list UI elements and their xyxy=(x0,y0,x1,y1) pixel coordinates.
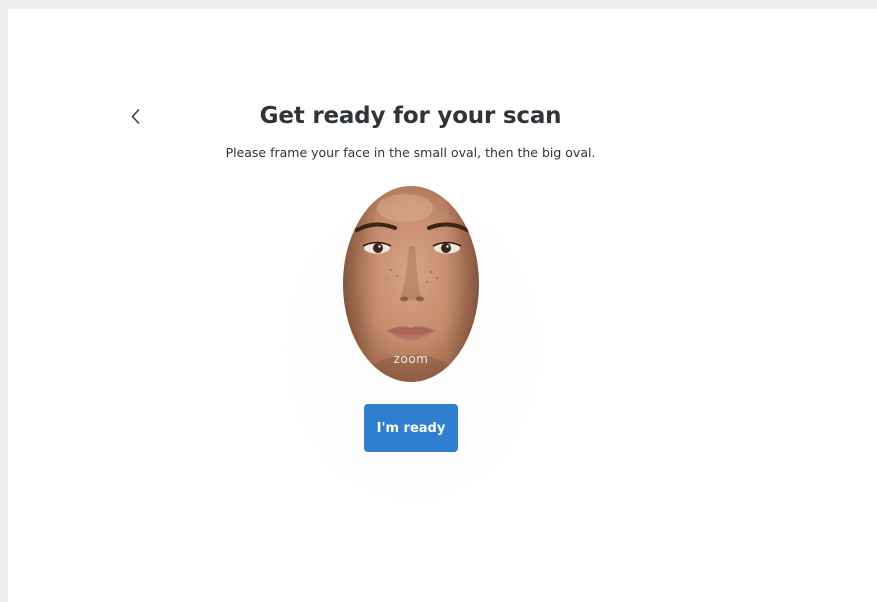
face-preview-oval: zoom xyxy=(343,186,479,382)
page-title: Get ready for your scan xyxy=(259,103,562,129)
page-subtitle: Please frame your face in the small oval… xyxy=(225,145,596,160)
scan-card: Get ready for your scan Please frame you… xyxy=(8,9,877,602)
zoom-watermark: zoom xyxy=(393,352,429,366)
im-ready-button[interactable]: I'm ready xyxy=(364,404,458,452)
